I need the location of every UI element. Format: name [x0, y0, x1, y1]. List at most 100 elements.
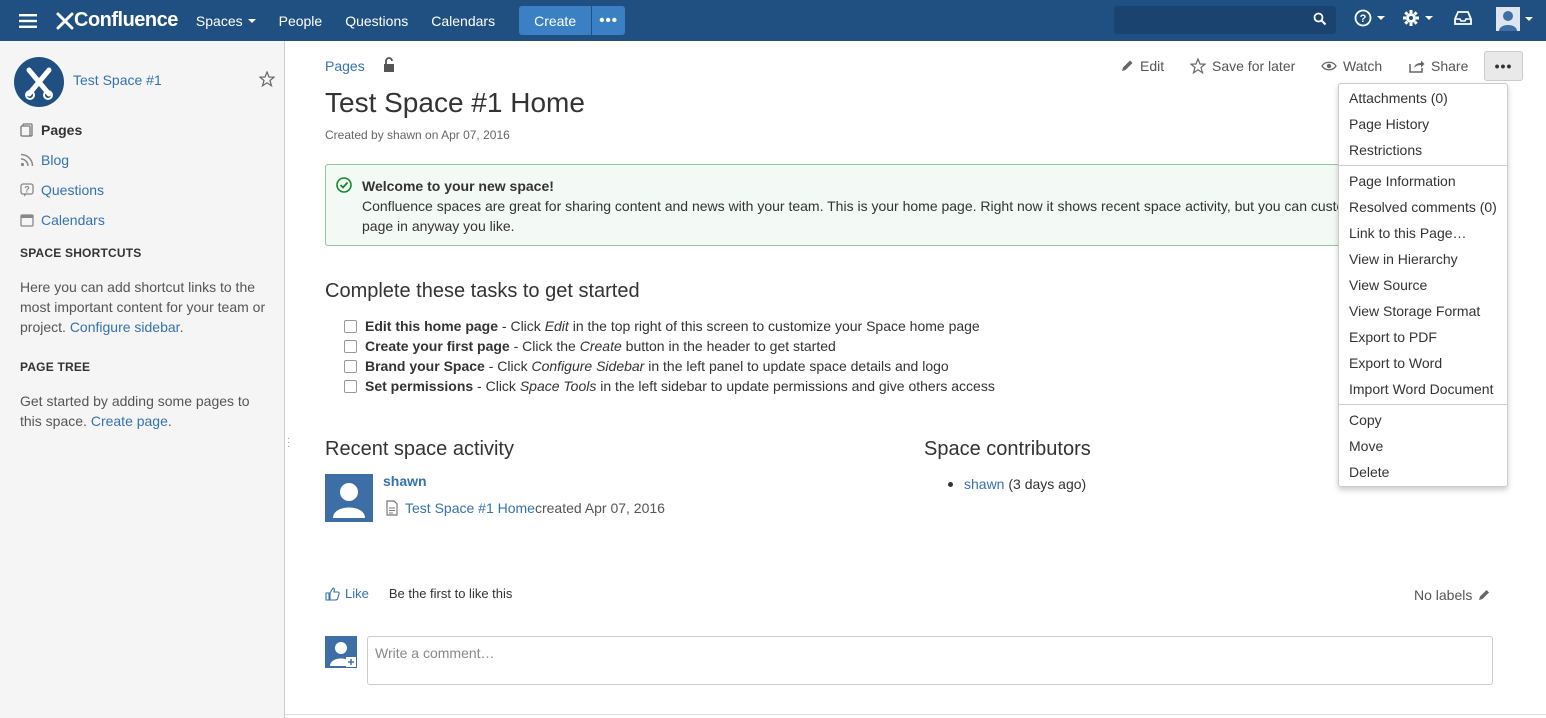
- task-checkbox[interactable]: [344, 319, 357, 333]
- sidebar-item-calendars[interactable]: Calendars: [20, 212, 105, 228]
- task-desc-end: in the left panel to update space detail…: [644, 358, 949, 374]
- sidebar-item-blog[interactable]: Blog: [20, 152, 69, 168]
- confluence-logo[interactable]: Confluence: [56, 9, 178, 32]
- pencil-icon[interactable]: [1478, 589, 1490, 601]
- chevron-down-icon: [1525, 17, 1533, 21]
- space-contributors-heading: Space contributors: [924, 438, 1091, 460]
- space-sidebar: Test Space #1 Pages Blog ? Questions Cal…: [0, 41, 285, 718]
- activity-user-link[interactable]: shawn: [383, 473, 427, 489]
- task-desc-end: in the top right of this screen to custo…: [568, 318, 980, 334]
- task-desc-start: - Click the: [509, 338, 580, 354]
- question-icon: ?: [20, 183, 34, 197]
- settings-menu[interactable]: [1402, 9, 1433, 27]
- tasks-heading: Complete these tasks to get started: [325, 280, 640, 302]
- menu-item-link-to-page[interactable]: Link to this Page…: [1349, 225, 1467, 241]
- create-more-button[interactable]: •••: [591, 6, 626, 35]
- contributor-link[interactable]: shawn: [964, 476, 1004, 492]
- eye-icon: [1321, 61, 1337, 71]
- task-desc-end: button in the header to get started: [621, 338, 836, 354]
- menu-separator: [1339, 165, 1507, 166]
- task-desc-end: in the left sidebar to update permission…: [596, 378, 995, 394]
- nav-questions[interactable]: Questions: [345, 13, 408, 29]
- share-button[interactable]: Share: [1409, 58, 1468, 74]
- create-page-link[interactable]: Create page: [91, 413, 168, 429]
- create-button[interactable]: Create: [519, 6, 592, 35]
- user-menu[interactable]: [1496, 7, 1533, 31]
- menu-item-delete[interactable]: Delete: [1349, 464, 1389, 480]
- comment-input[interactable]: Write a comment…: [367, 636, 1493, 685]
- save-for-later-button[interactable]: Save for later: [1190, 58, 1295, 74]
- breadcrumb-pages[interactable]: Pages: [325, 58, 365, 74]
- space-shortcuts-text: Here you can add shortcut links to the m…: [20, 279, 266, 335]
- sidebar-item-label: Pages: [41, 122, 83, 138]
- task-title: Brand your Space: [365, 358, 485, 374]
- menu-item-copy[interactable]: Copy: [1349, 412, 1382, 428]
- user-avatar-icon: [330, 642, 356, 667]
- star-icon[interactable]: [259, 71, 275, 87]
- edit-label: Edit: [1140, 58, 1165, 74]
- task-item: Brand your Space - Click Configure Sideb…: [344, 358, 949, 374]
- menu-item-view-storage-format[interactable]: View Storage Format: [1349, 303, 1480, 319]
- menu-item-export-pdf[interactable]: Export to PDF: [1349, 329, 1437, 345]
- task-checkbox[interactable]: [344, 379, 357, 393]
- task-checkbox[interactable]: [344, 339, 357, 353]
- sidebar-item-label: Calendars: [41, 212, 105, 228]
- activity-page-link[interactable]: Test Space #1 Home: [405, 500, 535, 516]
- unlock-icon[interactable]: [382, 57, 396, 73]
- sidebar-item-questions[interactable]: ? Questions: [20, 182, 104, 198]
- confluence-x-icon: [56, 12, 74, 29]
- divider: [285, 714, 1546, 715]
- task-desc-start: - Click: [498, 318, 545, 334]
- pages-icon: [20, 123, 34, 137]
- task-item: Edit this home page - Click Edit in the …: [344, 318, 980, 334]
- menu-item-move[interactable]: Move: [1349, 438, 1383, 454]
- thumbs-up-icon: [325, 586, 340, 601]
- search-input[interactable]: [1114, 6, 1336, 34]
- save-for-later-label: Save for later: [1212, 58, 1296, 74]
- more-actions-button[interactable]: •••: [1484, 51, 1523, 81]
- menu-item-page-information[interactable]: Page Information: [1349, 173, 1456, 189]
- menu-item-restrictions[interactable]: Restrictions: [1349, 142, 1422, 158]
- menu-item-import-word[interactable]: Import Word Document: [1349, 381, 1493, 397]
- svg-text:?: ?: [24, 185, 30, 195]
- help-menu[interactable]: ?: [1354, 9, 1385, 27]
- task-checkbox[interactable]: [344, 359, 357, 373]
- watch-button[interactable]: Watch: [1321, 58, 1382, 74]
- avatar[interactable]: [325, 474, 373, 522]
- menu-item-view-in-hierarchy[interactable]: View in Hierarchy: [1349, 251, 1458, 267]
- svg-text:?: ?: [1360, 13, 1367, 25]
- sidebar-item-label: Blog: [41, 152, 70, 168]
- rss-icon: [20, 153, 34, 167]
- menu-item-view-source[interactable]: View Source: [1349, 277, 1427, 293]
- nav-calendars[interactable]: Calendars: [431, 13, 495, 29]
- menu-item-page-history[interactable]: Page History: [1349, 116, 1429, 132]
- edit-button[interactable]: Edit: [1120, 58, 1164, 74]
- task-text: Edit this home page - Click Edit in the …: [365, 318, 980, 334]
- contributor-list-item: shawn (3 days ago): [948, 476, 1086, 492]
- task-emphasis: Configure Sidebar: [531, 358, 645, 374]
- nav-questions-label: Questions: [345, 12, 409, 29]
- labels-area: No labels: [1414, 587, 1490, 603]
- sidebar-item-pages[interactable]: Pages: [20, 122, 82, 138]
- menu-item-export-word[interactable]: Export to Word: [1349, 355, 1442, 371]
- space-logo[interactable]: [14, 57, 64, 107]
- nav-spaces[interactable]: Spaces: [196, 13, 256, 29]
- task-item: Create your first page - Click the Creat…: [344, 338, 836, 354]
- app-switcher-icon[interactable]: [0, 0, 56, 41]
- welcome-title: Welcome to your new space!: [362, 178, 554, 194]
- menu-item-resolved-comments[interactable]: Resolved comments (0): [1349, 199, 1497, 215]
- task-title: Edit this home page: [365, 318, 499, 334]
- like-button[interactable]: Like: [325, 586, 369, 601]
- space-name-link[interactable]: Test Space #1: [73, 72, 162, 88]
- menu-item-attachments[interactable]: Attachments (0): [1349, 90, 1448, 106]
- search-icon: [1313, 12, 1327, 26]
- task-desc-start: - Click: [484, 358, 532, 374]
- notifications-button[interactable]: [1453, 9, 1473, 27]
- gear-icon: [1403, 10, 1419, 26]
- page-icon: [386, 500, 398, 516]
- nav-people[interactable]: People: [279, 13, 323, 29]
- configure-sidebar-link[interactable]: Configure sidebar: [70, 319, 180, 335]
- share-icon: [1409, 60, 1425, 73]
- sidebar-resize-handle[interactable]: · · ·: [287, 434, 290, 452]
- chevron-down-icon: [1377, 16, 1385, 20]
